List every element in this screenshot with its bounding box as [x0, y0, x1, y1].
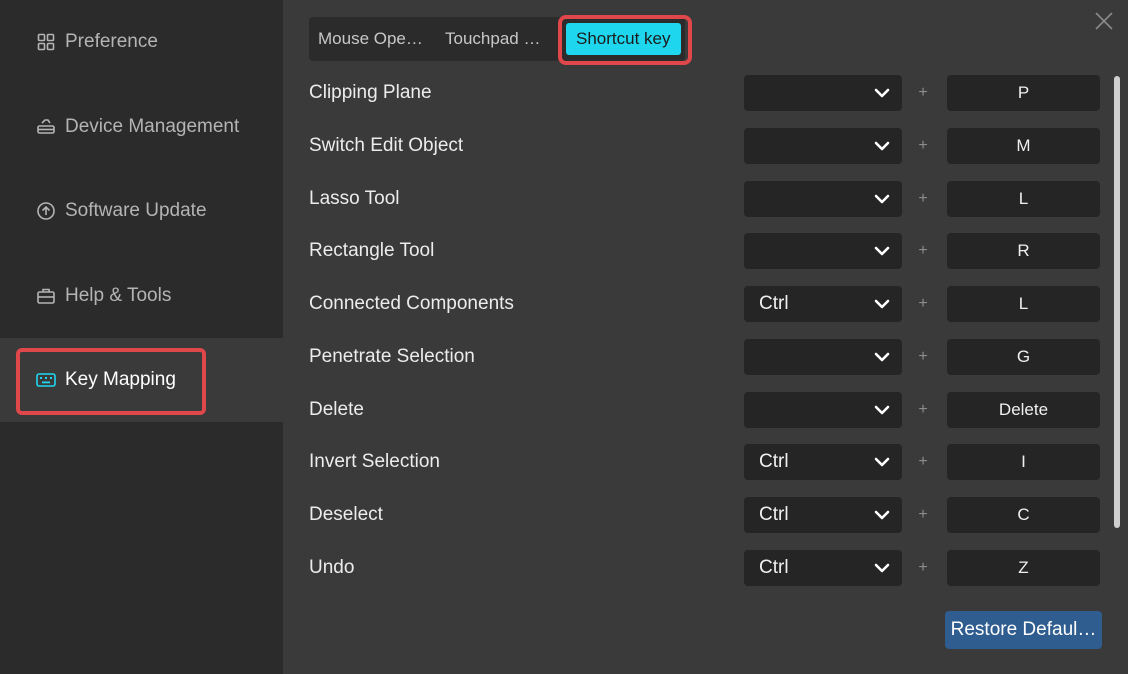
chevron-down-icon	[874, 299, 890, 309]
update-icon	[36, 201, 56, 221]
shortcut-label: Switch Edit Object	[309, 135, 464, 156]
shortcut-row-rectangle-tool: Rectangle Tool + R	[309, 233, 1101, 269]
modifier-dropdown[interactable]	[744, 128, 902, 164]
shortcut-row-lasso-tool: Lasso Tool + L	[309, 181, 1101, 217]
plus-sign: +	[918, 348, 928, 365]
shortcut-label: Lasso Tool	[309, 188, 400, 209]
shortcut-row-connected-components: Connected Components Ctrl + L	[309, 286, 1101, 322]
sidebar-item-help-tools[interactable]: Help & Tools	[0, 254, 283, 338]
modifier-value: Ctrl	[759, 451, 789, 472]
grid-icon	[36, 32, 56, 52]
chevron-down-icon	[874, 510, 890, 520]
key-field[interactable]: L	[947, 286, 1100, 322]
shortcut-row-switch-edit-object: Switch Edit Object + M	[309, 128, 1101, 164]
plus-sign: +	[918, 84, 928, 101]
shortcut-row-deselect: Deselect Ctrl + C	[309, 497, 1101, 533]
key-field[interactable]: P	[947, 75, 1100, 111]
modifier-value: Ctrl	[759, 557, 789, 578]
tab-shortcut-key[interactable]: Shortcut key	[566, 23, 681, 55]
tab-mouse-operation[interactable]: Mouse Ope…	[318, 17, 423, 61]
modifier-dropdown[interactable]: Ctrl	[744, 444, 902, 480]
shortcut-label: Clipping Plane	[309, 82, 432, 103]
sidebar-item-preference[interactable]: Preference	[0, 0, 283, 84]
modifier-dropdown[interactable]: Ctrl	[744, 497, 902, 533]
sidebar-item-label: Software Update	[65, 200, 207, 221]
tab-touchpad[interactable]: Touchpad …	[445, 17, 540, 61]
chevron-down-icon	[874, 352, 890, 362]
plus-sign: +	[918, 242, 928, 259]
chevron-down-icon	[874, 141, 890, 151]
modifier-dropdown[interactable]	[744, 392, 902, 428]
key-field[interactable]: Delete	[947, 392, 1100, 428]
modifier-dropdown[interactable]	[744, 339, 902, 375]
key-field[interactable]: C	[947, 497, 1100, 533]
chevron-down-icon	[874, 194, 890, 204]
sidebar-item-label: Help & Tools	[65, 285, 172, 306]
modifier-dropdown[interactable]: Ctrl	[744, 286, 902, 322]
chevron-down-icon	[874, 88, 890, 98]
modifier-value: Ctrl	[759, 504, 789, 525]
scanner-icon	[36, 117, 56, 137]
shortcut-label: Undo	[309, 557, 355, 578]
highlight-box	[16, 348, 206, 415]
key-field[interactable]: L	[947, 181, 1100, 217]
chevron-down-icon	[874, 563, 890, 573]
restore-defaults-button[interactable]: Restore Defaul…	[945, 611, 1102, 649]
key-field[interactable]: G	[947, 339, 1100, 375]
shortcut-row-delete: Delete + Delete	[309, 392, 1101, 428]
shortcut-label: Penetrate Selection	[309, 346, 475, 367]
sidebar-item-label: Device Management	[65, 116, 240, 137]
sidebar: Preference Device Management Software Up…	[0, 0, 283, 674]
close-icon[interactable]	[1093, 10, 1115, 32]
plus-sign: +	[918, 190, 928, 207]
shortcut-label: Connected Components	[309, 293, 514, 314]
shortcut-row-penetrate-selection: Penetrate Selection + G	[309, 339, 1101, 375]
shortcut-row-undo: Undo Ctrl + Z	[309, 550, 1101, 586]
modifier-dropdown[interactable]	[744, 181, 902, 217]
modifier-dropdown[interactable]: Ctrl	[744, 550, 902, 586]
shortcut-label: Rectangle Tool	[309, 240, 435, 261]
sidebar-item-key-mapping[interactable]: Key Mapping	[0, 338, 283, 422]
plus-sign: +	[918, 453, 928, 470]
toolbox-icon	[36, 286, 56, 306]
sidebar-item-software-update[interactable]: Software Update	[0, 169, 283, 253]
key-field[interactable]: R	[947, 233, 1100, 269]
key-field[interactable]: Z	[947, 550, 1100, 586]
sidebar-item-device-management[interactable]: Device Management	[0, 85, 283, 169]
modifier-dropdown[interactable]	[744, 233, 902, 269]
key-field[interactable]: M	[947, 128, 1100, 164]
plus-sign: +	[918, 559, 928, 576]
modifier-dropdown[interactable]	[744, 75, 902, 111]
key-field[interactable]: I	[947, 444, 1100, 480]
chevron-down-icon	[874, 405, 890, 415]
chevron-down-icon	[874, 457, 890, 467]
plus-sign: +	[918, 295, 928, 312]
shortcut-label: Delete	[309, 399, 364, 420]
plus-sign: +	[918, 506, 928, 523]
shortcut-row-invert-selection: Invert Selection Ctrl + I	[309, 444, 1101, 480]
plus-sign: +	[918, 401, 928, 418]
plus-sign: +	[918, 137, 928, 154]
shortcut-label: Invert Selection	[309, 451, 440, 472]
sidebar-item-label: Preference	[65, 31, 158, 52]
chevron-down-icon	[874, 246, 890, 256]
modifier-value: Ctrl	[759, 293, 789, 314]
tab-bar: Mouse Ope… Touchpad … Shortcut key	[309, 17, 685, 61]
shortcut-label: Deselect	[309, 504, 383, 525]
scrollbar[interactable]	[1114, 76, 1120, 528]
shortcut-row-clipping-plane: Clipping Plane + P	[309, 75, 1101, 111]
